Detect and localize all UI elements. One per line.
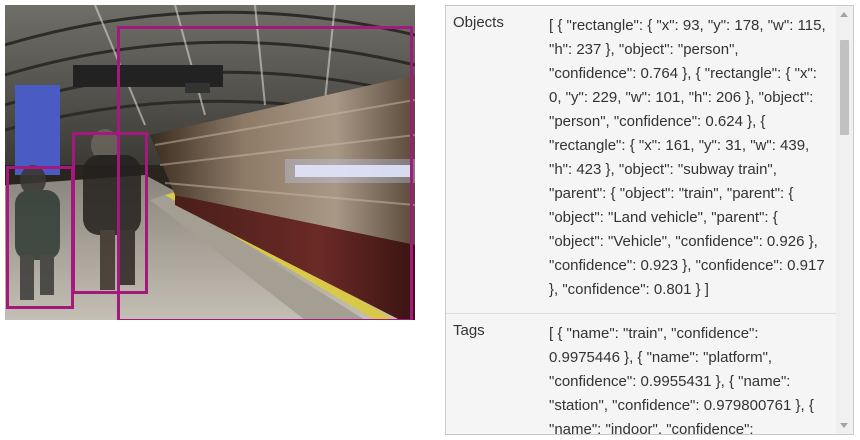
scroll-up-arrow-icon[interactable] [840, 12, 848, 17]
objects-label: Objects [453, 14, 504, 31]
vertical-scrollbar[interactable] [836, 6, 853, 434]
tags-row: Tags [ { "name": "train", "confidence": … [446, 314, 853, 435]
vision-demo-page: Objects [ { "rectangle": { "x": 93, "y":… [0, 0, 860, 440]
analyzed-photo [5, 5, 415, 320]
detection-box-person-2 [6, 166, 74, 309]
objects-row: Objects [ { "rectangle": { "x": 93, "y":… [446, 6, 853, 314]
scroll-down-arrow-icon[interactable] [840, 423, 848, 428]
scrollbar-thumb[interactable] [840, 40, 849, 135]
objects-json-value: [ { "rectangle": { "x": 93, "y": 178, "w… [549, 17, 826, 298]
tags-json-value: [ { "name": "train", "confidence": 0.997… [549, 325, 814, 435]
detection-box-subway-train [117, 26, 413, 320]
analysis-results-panel[interactable]: Objects [ { "rectangle": { "x": 93, "y":… [445, 5, 854, 435]
tags-label: Tags [453, 322, 485, 339]
